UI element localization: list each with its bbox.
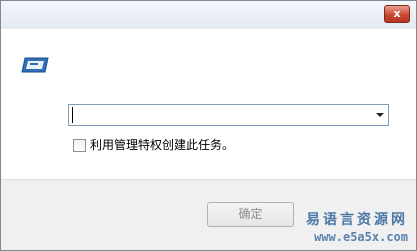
run-program-icon — [21, 57, 49, 73]
site-watermark: 易语言资源网 www.e5a5x.com — [306, 210, 408, 244]
admin-privilege-checkbox[interactable] — [73, 139, 86, 152]
close-button[interactable]: x — [384, 5, 410, 23]
run-dialog: x 利用管理特权创建此任务。 确定 易语言资源网 www.e5a5x.com — [0, 0, 417, 251]
watermark-name: 易语言资源网 — [306, 212, 408, 228]
ok-button[interactable]: 确定 — [207, 202, 294, 227]
command-combobox[interactable] — [68, 104, 389, 126]
watermark-url: www.e5a5x.com — [314, 230, 408, 244]
command-input[interactable] — [72, 107, 74, 123]
admin-privilege-label[interactable]: 利用管理特权创建此任务。 — [90, 137, 234, 153]
dropdown-arrow-icon[interactable] — [376, 113, 384, 117]
title-bar[interactable]: x — [1, 1, 416, 29]
dialog-content: 利用管理特权创建此任务。 — [1, 29, 416, 179]
